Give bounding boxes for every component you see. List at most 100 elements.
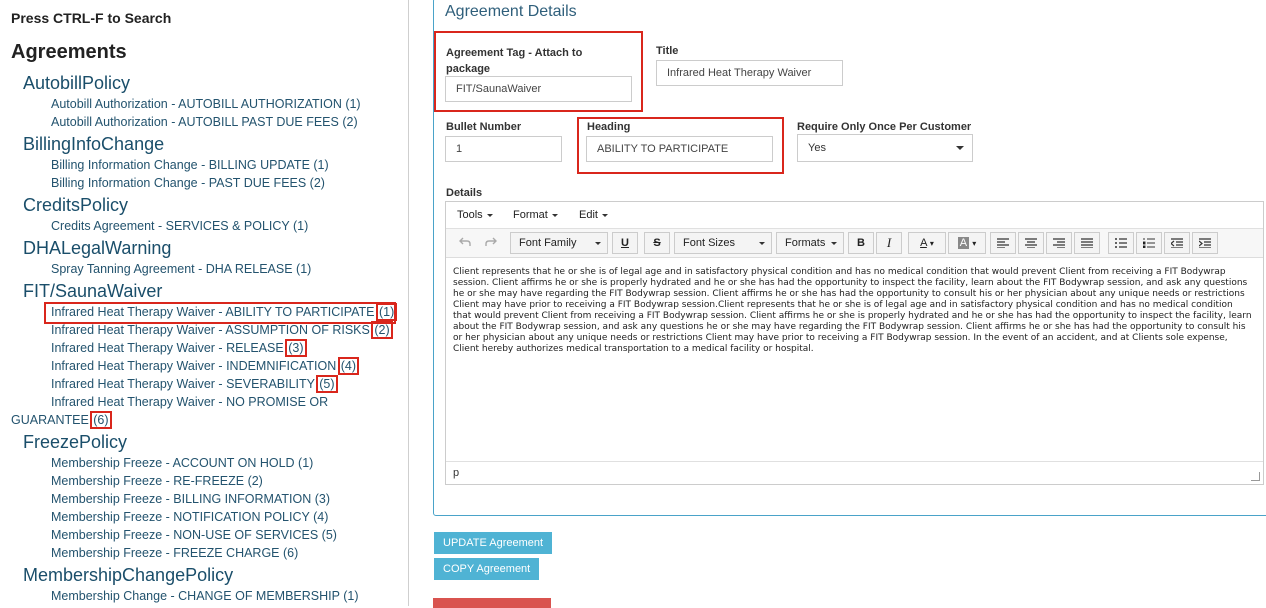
agreement-item[interactable]: Credits Agreement - SERVICES & POLICY (1… bbox=[51, 219, 308, 233]
editor-toolbar: Font Family U S Font Sizes Formats B I A… bbox=[446, 229, 1263, 258]
redo-button[interactable] bbox=[480, 232, 502, 254]
font-family-label: Font Family bbox=[519, 237, 577, 249]
resize-handle-icon[interactable] bbox=[1251, 472, 1260, 481]
title-input[interactable]: Infrared Heat Therapy Waiver bbox=[656, 60, 843, 86]
outdent-button[interactable] bbox=[1164, 232, 1190, 254]
italic-icon: I bbox=[886, 235, 892, 250]
update-agreement-button[interactable]: UPDATE Agreement bbox=[434, 532, 553, 554]
menu-tools[interactable]: Tools bbox=[457, 209, 493, 221]
text-color-icon: A bbox=[920, 237, 927, 249]
agreement-item-continued[interactable]: GUARANTEE (6) bbox=[11, 411, 112, 429]
strikethrough-button[interactable]: S bbox=[644, 232, 670, 254]
chevron-down-icon: ▾ bbox=[929, 239, 934, 248]
category-creditspolicy[interactable]: CreditsPolicy bbox=[23, 195, 128, 216]
agreement-item[interactable]: Membership Change - CHANGE OF MEMBERSHIP… bbox=[51, 589, 359, 603]
align-left-icon bbox=[997, 238, 1009, 249]
agreement-item[interactable]: Infrared Heat Therapy Waiver - RELEASE (… bbox=[51, 339, 307, 357]
strikethrough-icon: S bbox=[653, 237, 661, 249]
agreement-order-number: (1) bbox=[375, 303, 398, 321]
chevron-down-icon bbox=[595, 242, 601, 245]
editor-menubar: Tools Format Edit bbox=[446, 202, 1263, 229]
align-center-button[interactable] bbox=[1018, 232, 1044, 254]
text-color-button[interactable]: A ▾ bbox=[908, 232, 946, 254]
undo-icon bbox=[459, 237, 471, 247]
agreement-item[interactable]: Membership Freeze - NOTIFICATION POLICY … bbox=[51, 510, 328, 524]
delete-agreement-button[interactable] bbox=[433, 598, 551, 608]
menu-edit-label: Edit bbox=[579, 209, 598, 221]
agreement-item[interactable]: Autobill Authorization - AUTOBILL PAST D… bbox=[51, 115, 358, 129]
menu-edit[interactable]: Edit bbox=[579, 209, 608, 221]
chevron-down-icon bbox=[831, 242, 837, 245]
agreement-item[interactable]: Infrared Heat Therapy Waiver - ASSUMPTIO… bbox=[51, 321, 393, 339]
rich-text-editor: Tools Format Edit Font Family U S Font S… bbox=[445, 201, 1264, 485]
require-once-label: Require Only Once Per Customer bbox=[797, 121, 972, 133]
chevron-down-icon bbox=[956, 146, 964, 150]
chevron-down-icon bbox=[759, 242, 765, 245]
agreement-item-label: Infrared Heat Therapy Waiver - ASSUMPTIO… bbox=[51, 323, 374, 337]
bullet-list-icon bbox=[1115, 238, 1127, 249]
formats-dropdown[interactable]: Formats bbox=[776, 232, 844, 254]
formats-label: Formats bbox=[785, 237, 826, 249]
background-color-button[interactable]: A ▾ bbox=[948, 232, 986, 254]
panel-title: Agreement Details bbox=[445, 3, 577, 20]
title-label: Title bbox=[656, 45, 679, 57]
agreement-item[interactable]: Billing Information Change - BILLING UPD… bbox=[51, 158, 329, 172]
heading-label: Heading bbox=[587, 121, 631, 133]
bold-icon: B bbox=[857, 237, 865, 249]
agreement-item[interactable]: Infrared Heat Therapy Waiver - INDEMNIFI… bbox=[51, 357, 360, 375]
category-dhalegalwarning[interactable]: DHALegalWarning bbox=[23, 238, 171, 259]
category-membershipchangepolicy[interactable]: MembershipChangePolicy bbox=[23, 565, 233, 586]
category-fit-saunawaiver[interactable]: FIT/SaunaWaiver bbox=[23, 281, 162, 302]
agreement-item[interactable]: Membership Freeze - BILLING INFORMATION … bbox=[51, 492, 330, 506]
category-freezepolicy[interactable]: FreezePolicy bbox=[23, 432, 127, 453]
italic-button[interactable]: I bbox=[876, 232, 902, 254]
agreement-item-selected[interactable]: Infrared Heat Therapy Waiver - ABILITY T… bbox=[51, 303, 398, 321]
align-left-button[interactable] bbox=[990, 232, 1016, 254]
agreement-order-number: (4) bbox=[337, 357, 360, 375]
agreement-item[interactable]: Membership Freeze - NON-USE OF SERVICES … bbox=[51, 528, 337, 542]
align-justify-button[interactable] bbox=[1074, 232, 1100, 254]
underline-button[interactable]: U bbox=[612, 232, 638, 254]
bullet-list-button[interactable] bbox=[1108, 232, 1134, 254]
undo-button[interactable] bbox=[454, 232, 476, 254]
category-autobillpolicy[interactable]: AutobillPolicy bbox=[23, 73, 130, 94]
chevron-down-icon: ▾ bbox=[972, 239, 977, 248]
font-family-dropdown[interactable]: Font Family bbox=[510, 232, 608, 254]
bold-button[interactable]: B bbox=[848, 232, 874, 254]
tag-input[interactable]: FIT/SaunaWaiver bbox=[445, 76, 632, 102]
category-billinginfochange[interactable]: BillingInfoChange bbox=[23, 134, 164, 155]
menu-format-label: Format bbox=[513, 209, 548, 221]
require-once-value: Yes bbox=[808, 142, 826, 154]
font-sizes-dropdown[interactable]: Font Sizes bbox=[674, 232, 772, 254]
align-right-button[interactable] bbox=[1046, 232, 1072, 254]
agreement-item[interactable]: Membership Freeze - RE-FREEZE (2) bbox=[51, 474, 263, 488]
numbered-list-button[interactable] bbox=[1136, 232, 1162, 254]
agreement-order-number: (3) bbox=[285, 339, 307, 357]
sidebar-divider bbox=[408, 0, 409, 606]
agreement-item[interactable]: Infrared Heat Therapy Waiver - SEVERABIL… bbox=[51, 375, 338, 393]
agreement-item-label: Infrared Heat Therapy Waiver - INDEMNIFI… bbox=[51, 359, 340, 373]
indent-icon bbox=[1199, 238, 1211, 249]
heading-input[interactable]: ABILITY TO PARTICIPATE bbox=[586, 136, 773, 162]
agreement-item[interactable]: Membership Freeze - ACCOUNT ON HOLD (1) bbox=[51, 456, 313, 470]
editor-content[interactable]: Client represents that he or she is of l… bbox=[453, 267, 1253, 355]
element-path: p bbox=[453, 467, 460, 479]
agreement-item-label: GUARANTEE bbox=[11, 413, 93, 427]
copy-agreement-button[interactable]: COPY Agreement bbox=[434, 558, 540, 580]
numbered-list-icon bbox=[1143, 238, 1155, 249]
redo-icon bbox=[485, 237, 497, 247]
bullet-label: Bullet Number bbox=[446, 121, 522, 133]
chevron-down-icon bbox=[551, 213, 558, 217]
agreement-item[interactable]: Infrared Heat Therapy Waiver - NO PROMIS… bbox=[51, 395, 328, 409]
agreement-item[interactable]: Membership Freeze - FREEZE CHARGE (6) bbox=[51, 546, 298, 560]
align-justify-icon bbox=[1081, 238, 1093, 249]
editor-statusbar: p bbox=[446, 461, 1263, 484]
require-once-select[interactable]: Yes bbox=[797, 134, 973, 162]
bullet-input[interactable]: 1 bbox=[445, 136, 562, 162]
agreement-item[interactable]: Spray Tanning Agreement - DHA RELEASE (1… bbox=[51, 262, 311, 276]
agreement-item[interactable]: Autobill Authorization - AUTOBILL AUTHOR… bbox=[51, 97, 361, 111]
indent-button[interactable] bbox=[1192, 232, 1218, 254]
agreement-order-number: (2) bbox=[371, 321, 393, 339]
menu-format[interactable]: Format bbox=[513, 209, 558, 221]
agreement-item[interactable]: Billing Information Change - PAST DUE FE… bbox=[51, 176, 325, 190]
